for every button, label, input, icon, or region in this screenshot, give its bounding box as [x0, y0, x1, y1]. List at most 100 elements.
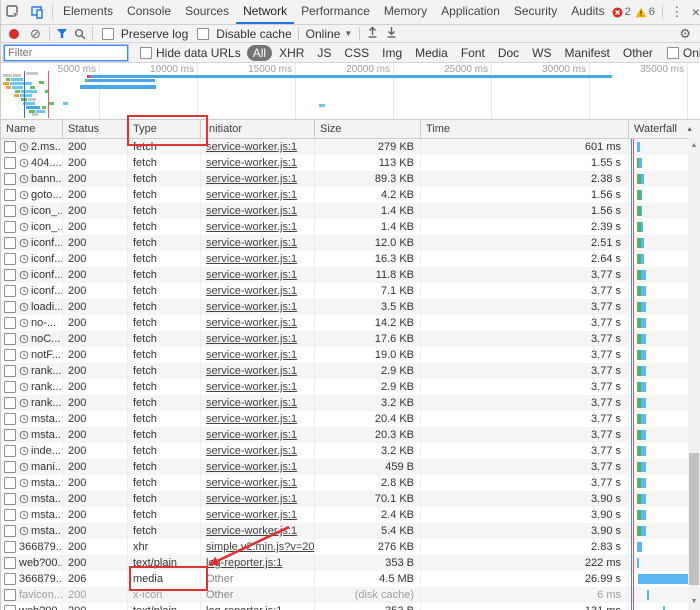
row-checkbox[interactable] — [4, 237, 16, 249]
row-checkbox[interactable] — [4, 141, 16, 153]
request-initiator[interactable]: service-worker.js:1 — [206, 445, 297, 457]
request-initiator[interactable]: service-worker.js:1 — [206, 509, 297, 521]
table-row[interactable]: msta... 200 fetch service-worker.js:1 2.… — [1, 507, 700, 523]
filter-icon[interactable] — [53, 23, 71, 45]
request-initiator[interactable]: service-worker.js:1 — [206, 429, 297, 441]
samesite-checkbox[interactable] — [667, 47, 679, 59]
row-checkbox[interactable] — [4, 221, 16, 233]
request-initiator[interactable]: service-worker.js:1 — [206, 461, 297, 473]
row-checkbox[interactable] — [4, 429, 16, 441]
filter-pill-doc[interactable]: Doc — [492, 45, 525, 61]
preserve-log-checkbox[interactable] — [102, 28, 114, 40]
inspect-element-icon[interactable] — [1, 1, 25, 23]
request-initiator[interactable]: log-reporter.js:1 — [206, 605, 282, 610]
filter-pill-css[interactable]: CSS — [338, 45, 375, 61]
table-row[interactable]: no-... 200 fetch service-worker.js:1 14.… — [1, 315, 700, 331]
request-initiator[interactable]: service-worker.js:1 — [206, 141, 297, 153]
scrollbar-thumb[interactable] — [689, 453, 699, 585]
filter-pill-media[interactable]: Media — [409, 45, 454, 61]
request-initiator[interactable]: service-worker.js:1 — [206, 285, 297, 297]
tab-application[interactable]: Application — [434, 0, 507, 24]
row-checkbox[interactable] — [4, 509, 16, 521]
table-row[interactable]: goto... 200 fetch service-worker.js:1 4.… — [1, 187, 700, 203]
row-checkbox[interactable] — [4, 605, 16, 610]
scroll-down-icon[interactable]: ▼ — [688, 596, 700, 608]
filter-pill-js[interactable]: JS — [311, 45, 337, 61]
record-button[interactable] — [9, 29, 19, 39]
row-checkbox[interactable] — [4, 173, 16, 185]
row-checkbox[interactable] — [4, 381, 16, 393]
request-initiator[interactable]: service-worker.js:1 — [206, 221, 297, 233]
row-checkbox[interactable] — [4, 541, 16, 553]
settings-gear-icon[interactable]: ⚙ — [679, 26, 697, 42]
row-checkbox[interactable] — [4, 365, 16, 377]
hide-data-urls-checkbox[interactable] — [140, 47, 152, 59]
table-row[interactable]: notF... 200 fetch service-worker.js:1 19… — [1, 347, 700, 363]
warning-badge[interactable]: 6 — [635, 6, 655, 18]
row-checkbox[interactable] — [4, 493, 16, 505]
table-row[interactable]: icon_... 200 fetch service-worker.js:1 1… — [1, 203, 700, 219]
filter-pill-manifest[interactable]: Manifest — [559, 45, 616, 61]
table-row[interactable]: inde... 200 fetch service-worker.js:1 3.… — [1, 443, 700, 459]
request-initiator[interactable]: service-worker.js:1 — [206, 157, 297, 169]
table-row[interactable]: rank... 200 fetch service-worker.js:1 2.… — [1, 363, 700, 379]
table-row[interactable]: loadi... 200 fetch service-worker.js:1 3… — [1, 299, 700, 315]
import-har-icon[interactable] — [367, 26, 378, 41]
close-devtools-icon[interactable]: × — [688, 4, 700, 20]
filter-pill-img[interactable]: Img — [376, 45, 408, 61]
error-badge[interactable]: 2 — [612, 6, 631, 18]
table-row[interactable]: web?00... 200 text/plain log-reporter.js… — [1, 603, 700, 610]
table-row[interactable]: msta... 200 fetch service-worker.js:1 20… — [1, 427, 700, 443]
tab-security[interactable]: Security — [507, 0, 564, 24]
request-initiator[interactable]: service-worker.js:1 — [206, 189, 297, 201]
row-checkbox[interactable] — [4, 189, 16, 201]
network-overview-timeline[interactable]: 5000 ms10000 ms15000 ms20000 ms25000 ms3… — [1, 63, 700, 120]
tab-network[interactable]: Network — [236, 0, 294, 24]
table-row[interactable]: favicon.... 200 x-icon Other (disk cache… — [1, 587, 700, 603]
row-checkbox[interactable] — [4, 589, 16, 601]
column-header-cell[interactable]: Time — [421, 120, 629, 138]
request-initiator[interactable]: service-worker.js:1 — [206, 365, 297, 377]
row-checkbox[interactable] — [4, 317, 16, 329]
filter-input[interactable] — [4, 45, 128, 61]
export-har-icon[interactable] — [386, 26, 397, 41]
table-row[interactable]: mani... 200 fetch service-worker.js:1 45… — [1, 459, 700, 475]
tab-memory[interactable]: Memory — [377, 0, 434, 24]
row-checkbox[interactable] — [4, 157, 16, 169]
table-row[interactable]: icon_... 200 fetch service-worker.js:1 1… — [1, 219, 700, 235]
tab-sources[interactable]: Sources — [178, 0, 236, 24]
filter-pill-xhr[interactable]: XHR — [273, 45, 310, 61]
table-row[interactable]: msta... 200 fetch service-worker.js:1 20… — [1, 411, 700, 427]
request-initiator[interactable]: service-worker.js:1 — [206, 269, 297, 281]
column-header-cell[interactable]: Type — [128, 120, 201, 138]
scroll-up-icon[interactable]: ▲ — [688, 140, 700, 152]
device-toolbar-icon[interactable] — [25, 1, 49, 23]
row-checkbox[interactable] — [4, 445, 16, 457]
request-initiator[interactable]: service-worker.js:1 — [206, 349, 297, 361]
filter-pill-font[interactable]: Font — [455, 45, 491, 61]
vertical-scrollbar[interactable]: ▲ ▼ — [688, 138, 700, 610]
row-checkbox[interactable] — [4, 397, 16, 409]
table-row[interactable]: iconf... 200 fetch service-worker.js:1 1… — [1, 235, 700, 251]
row-checkbox[interactable] — [4, 461, 16, 473]
request-initiator[interactable]: service-worker.js:1 — [206, 397, 297, 409]
row-checkbox[interactable] — [4, 269, 16, 281]
column-header-cell[interactable]: Size — [315, 120, 421, 138]
table-row[interactable]: bann... 200 fetch service-worker.js:1 89… — [1, 171, 700, 187]
filter-pill-ws[interactable]: WS — [526, 45, 557, 61]
request-initiator[interactable]: service-worker.js:1 — [206, 205, 297, 217]
column-header-cell[interactable]: Initiator — [201, 120, 315, 138]
filter-pill-other[interactable]: Other — [617, 45, 659, 61]
disable-cache-checkbox[interactable] — [197, 28, 209, 40]
row-checkbox[interactable] — [4, 557, 16, 569]
row-checkbox[interactable] — [4, 413, 16, 425]
table-row[interactable]: 2.ms... 200 fetch service-worker.js:1 27… — [1, 139, 700, 155]
request-initiator[interactable]: service-worker.js:1 — [206, 253, 297, 265]
request-initiator[interactable]: service-worker.js:1 — [206, 413, 297, 425]
table-row[interactable]: 404.... 200 fetch service-worker.js:1 11… — [1, 155, 700, 171]
tab-audits[interactable]: Audits — [564, 0, 611, 24]
more-options-icon[interactable]: ⋮ — [670, 4, 684, 20]
column-header-cell[interactable]: Waterfall▲ — [629, 120, 700, 138]
throttling-dropdown[interactable]: Online ▼ — [306, 27, 353, 41]
row-checkbox[interactable] — [4, 349, 16, 361]
